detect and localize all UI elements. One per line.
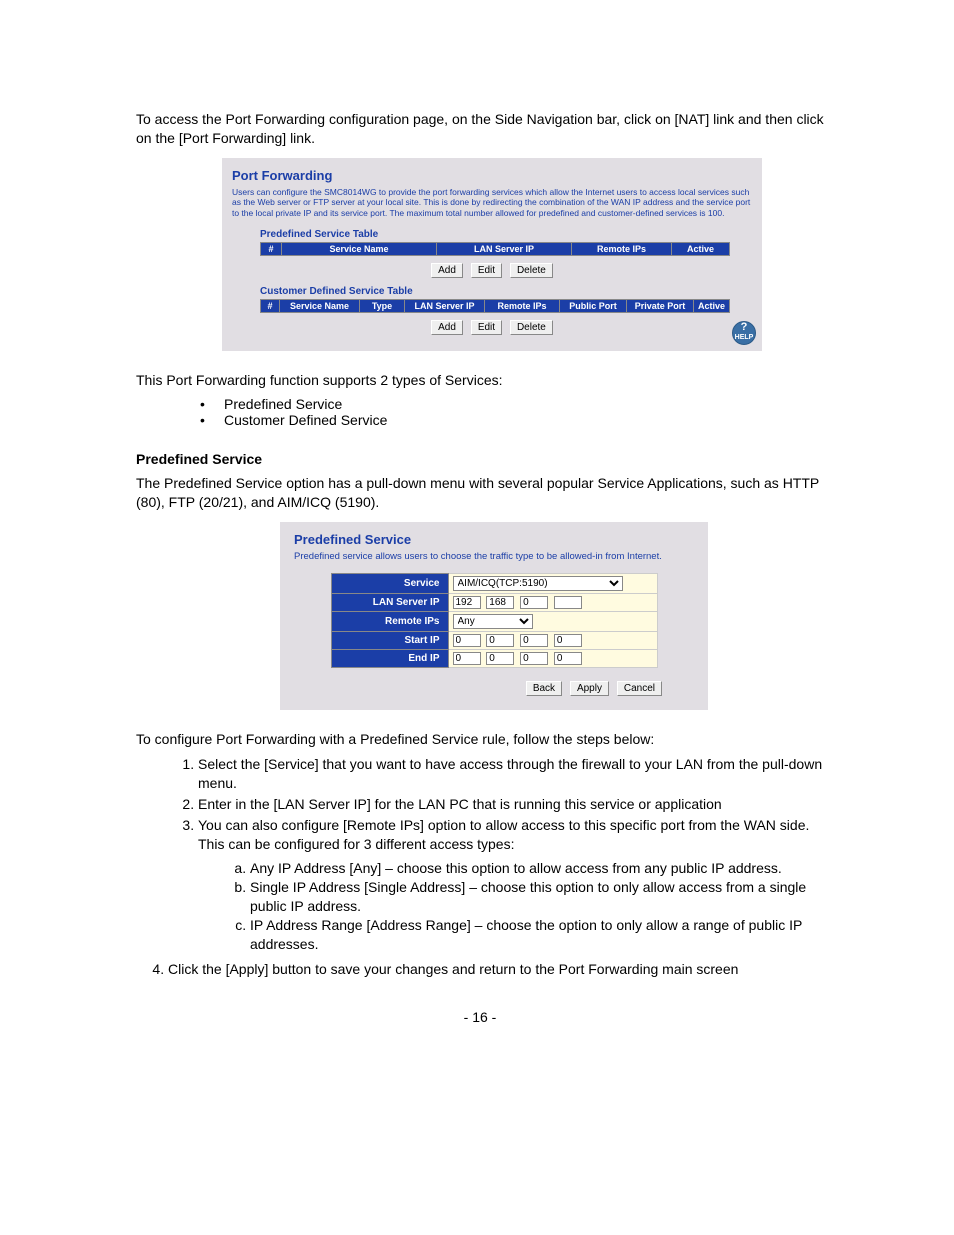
col-service: Service Name — [280, 299, 360, 312]
label-end: End IP — [331, 650, 448, 668]
edit-button[interactable]: Edit — [471, 320, 502, 335]
start-ip-b[interactable] — [486, 634, 514, 647]
label-remote: Remote IPs — [331, 612, 448, 632]
cancel-button[interactable]: Cancel — [617, 681, 662, 696]
edit-button[interactable]: Edit — [471, 263, 502, 278]
col-type: Type — [360, 299, 405, 312]
start-ip-a[interactable] — [453, 634, 481, 647]
col-privport: Private Port — [627, 299, 694, 312]
label-start: Start IP — [331, 632, 448, 650]
col-num: # — [261, 242, 282, 255]
section-desc: The Predefined Service option has a pull… — [136, 474, 824, 512]
start-ip-c[interactable] — [520, 634, 548, 647]
supports-text: This Port Forwarding function supports 2… — [136, 371, 824, 390]
step-3a: Any IP Address [Any] – choose this optio… — [250, 859, 824, 878]
label-lan: LAN Server IP — [331, 594, 448, 612]
step-4: Click the [Apply] button to save your ch… — [168, 960, 824, 979]
panel2-desc: Predefined service allows users to choos… — [294, 551, 694, 563]
panel2-title: Predefined Service — [294, 532, 694, 547]
port-forwarding-panel: Port Forwarding Users can configure the … — [222, 158, 762, 351]
page-number: - 16 - — [136, 1009, 824, 1025]
back-button[interactable]: Back — [526, 681, 562, 696]
step-3b: Single IP Address [Single Address] – cho… — [250, 878, 824, 916]
panel1-title: Port Forwarding — [232, 168, 752, 183]
bullet-predef: Predefined Service — [200, 396, 824, 412]
add-button[interactable]: Add — [431, 263, 463, 278]
col-service: Service Name — [282, 242, 437, 255]
end-ip-d[interactable] — [554, 652, 582, 665]
steps-intro: To configure Port Forwarding with a Pred… — [136, 730, 824, 749]
end-ip-a[interactable] — [453, 652, 481, 665]
col-lan: LAN Server IP — [437, 242, 572, 255]
lan-ip-a[interactable] — [453, 596, 481, 609]
col-remote: Remote IPs — [485, 299, 560, 312]
col-lan: LAN Server IP — [405, 299, 485, 312]
col-active: Active — [694, 299, 730, 312]
panel1-desc: Users can configure the SMC8014WG to pro… — [232, 187, 752, 219]
help-icon[interactable]: HELP — [732, 321, 756, 345]
delete-button[interactable]: Delete — [510, 263, 553, 278]
start-ip-d[interactable] — [554, 634, 582, 647]
lan-ip-d[interactable] — [554, 596, 582, 609]
apply-button[interactable]: Apply — [570, 681, 609, 696]
cust-table-label: Customer Defined Service Table — [260, 286, 752, 297]
label-service: Service — [331, 574, 448, 594]
end-ip-b[interactable] — [486, 652, 514, 665]
delete-button[interactable]: Delete — [510, 320, 553, 335]
lan-ip-c[interactable] — [520, 596, 548, 609]
bullet-custom: Customer Defined Service — [200, 412, 824, 428]
add-button[interactable]: Add — [431, 320, 463, 335]
col-remote: Remote IPs — [572, 242, 672, 255]
lan-ip-b[interactable] — [486, 596, 514, 609]
step-3c: IP Address Range [Address Range] – choos… — [250, 916, 824, 954]
step-1: Select the [Service] that you want to ha… — [198, 755, 824, 793]
predef-table: # Service Name LAN Server IP Remote IPs … — [260, 242, 730, 256]
predef-table-label: Predefined Service Table — [260, 229, 752, 240]
intro-text: To access the Port Forwarding configurat… — [136, 110, 824, 148]
section-title: Predefined Service — [136, 450, 824, 469]
col-active: Active — [672, 242, 730, 255]
predefined-service-panel: Predefined Service Predefined service al… — [280, 522, 708, 710]
cust-table: # Service Name Type LAN Server IP Remote… — [260, 299, 730, 313]
col-pubport: Public Port — [560, 299, 627, 312]
end-ip-c[interactable] — [520, 652, 548, 665]
step-3: You can also configure [Remote IPs] opti… — [198, 816, 824, 954]
predef-form: Service AIM/ICQ(TCP:5190) LAN Server IP … — [331, 573, 658, 668]
remote-select[interactable]: Any — [453, 614, 533, 629]
step-2: Enter in the [LAN Server IP] for the LAN… — [198, 795, 824, 814]
service-select[interactable]: AIM/ICQ(TCP:5190) — [453, 576, 623, 591]
col-num: # — [261, 299, 280, 312]
